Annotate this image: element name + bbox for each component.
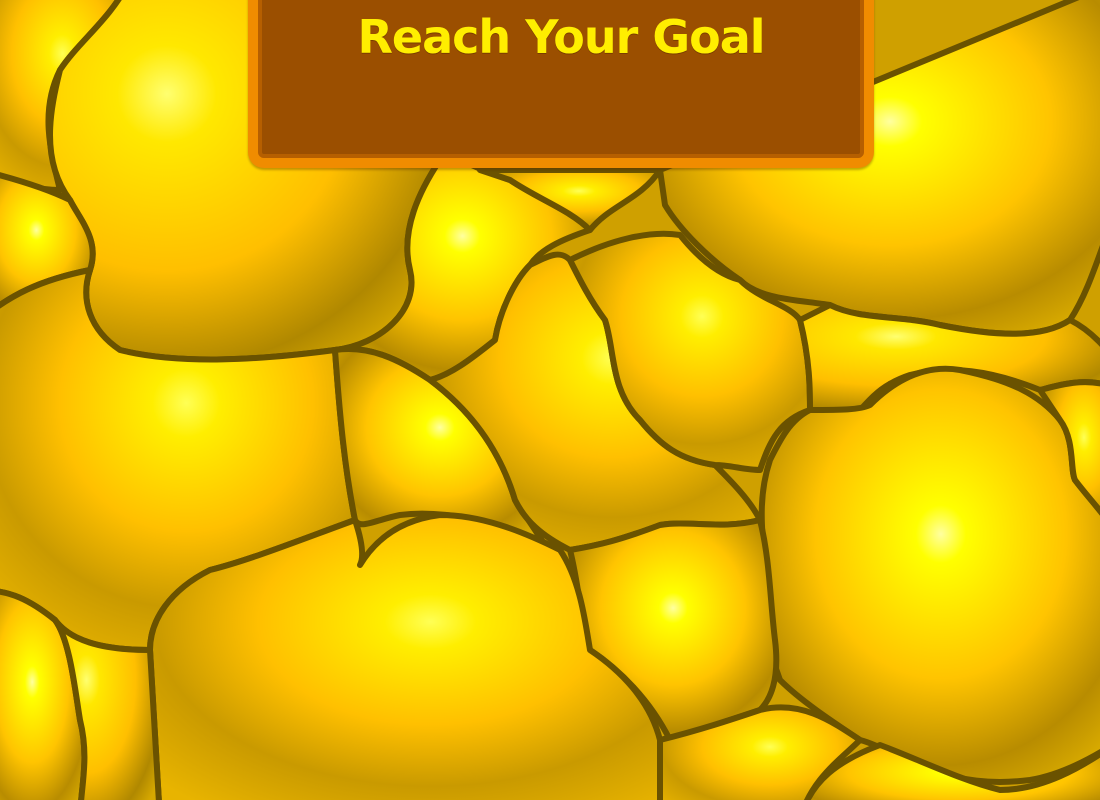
banner-title: Reach Your Goal [357,10,766,64]
goal-banner: Reach Your Goal [248,0,874,168]
